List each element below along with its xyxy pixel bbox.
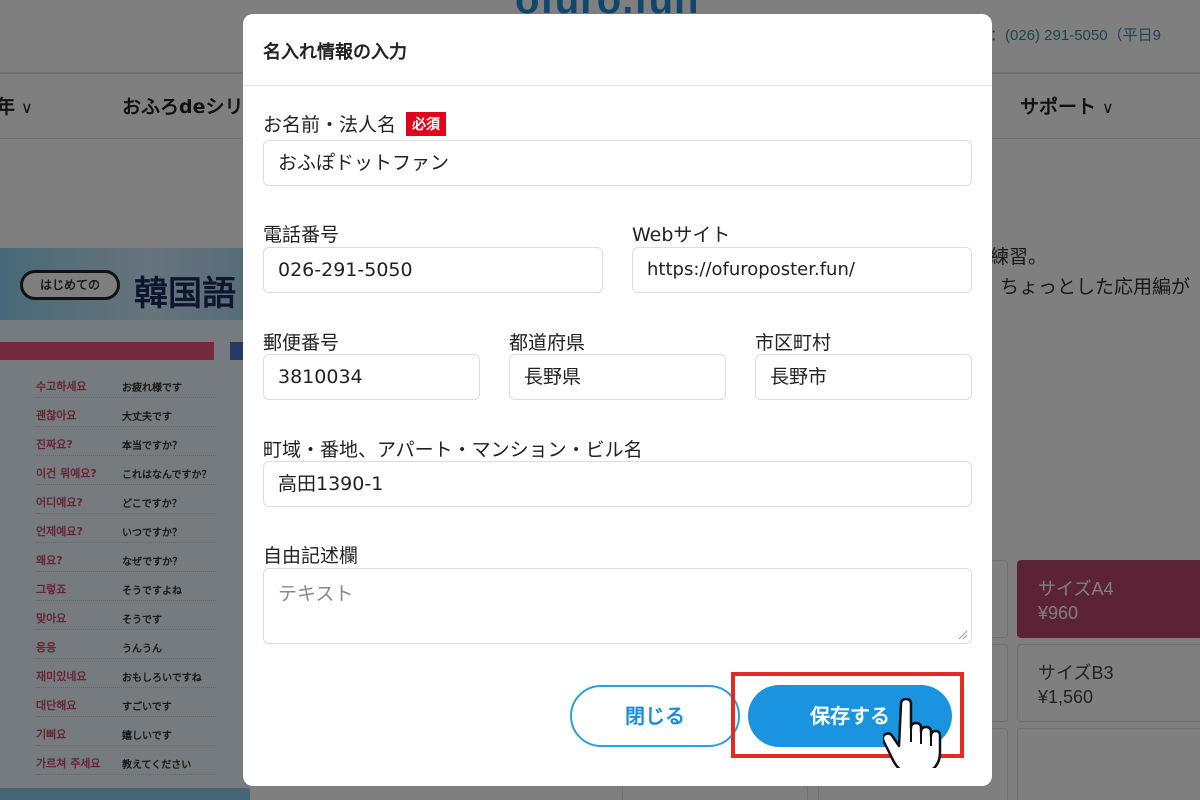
address-input[interactable]: 高田1390-1 bbox=[263, 461, 972, 507]
phone-input[interactable]: 026-291-5050 bbox=[263, 247, 603, 293]
name-label: お名前・法人名 必須 bbox=[263, 110, 447, 137]
resize-grip-icon[interactable] bbox=[958, 630, 968, 640]
postal-code-input[interactable]: 3810034 bbox=[263, 354, 480, 400]
address-label: 町域・番地、アパート・マンション・ビル名 bbox=[263, 439, 643, 461]
name-input[interactable]: おふぽドットファン bbox=[263, 140, 972, 186]
website-label: Webサイト bbox=[632, 224, 731, 246]
required-badge: 必須 bbox=[406, 112, 447, 136]
notes-label: 自由記述欄 bbox=[263, 545, 359, 567]
prefecture-input[interactable]: 長野県 bbox=[509, 354, 726, 400]
city-input[interactable]: 長野市 bbox=[755, 354, 972, 400]
city-label: 市区町村 bbox=[755, 332, 832, 354]
close-button[interactable]: 閉じる bbox=[570, 685, 740, 747]
phone-label: 電話番号 bbox=[263, 224, 340, 246]
notes-placeholder: テキスト bbox=[278, 583, 354, 605]
modal-header: 名入れ情報の入力 bbox=[243, 14, 992, 86]
postal-code-label: 郵便番号 bbox=[263, 332, 340, 354]
name-entry-modal: 名入れ情報の入力 お名前・法人名 必須 おふぽドットファン 電話番号 026-29… bbox=[243, 14, 992, 786]
notes-textarea[interactable]: テキスト bbox=[263, 568, 972, 644]
hand-pointer-icon bbox=[883, 698, 942, 768]
name-label-text: お名前・法人名 bbox=[263, 114, 397, 136]
modal-title: 名入れ情報の入力 bbox=[263, 42, 407, 63]
website-input[interactable]: https://ofuroposter.fun/ bbox=[632, 247, 972, 293]
prefecture-label: 都道府県 bbox=[509, 332, 586, 354]
